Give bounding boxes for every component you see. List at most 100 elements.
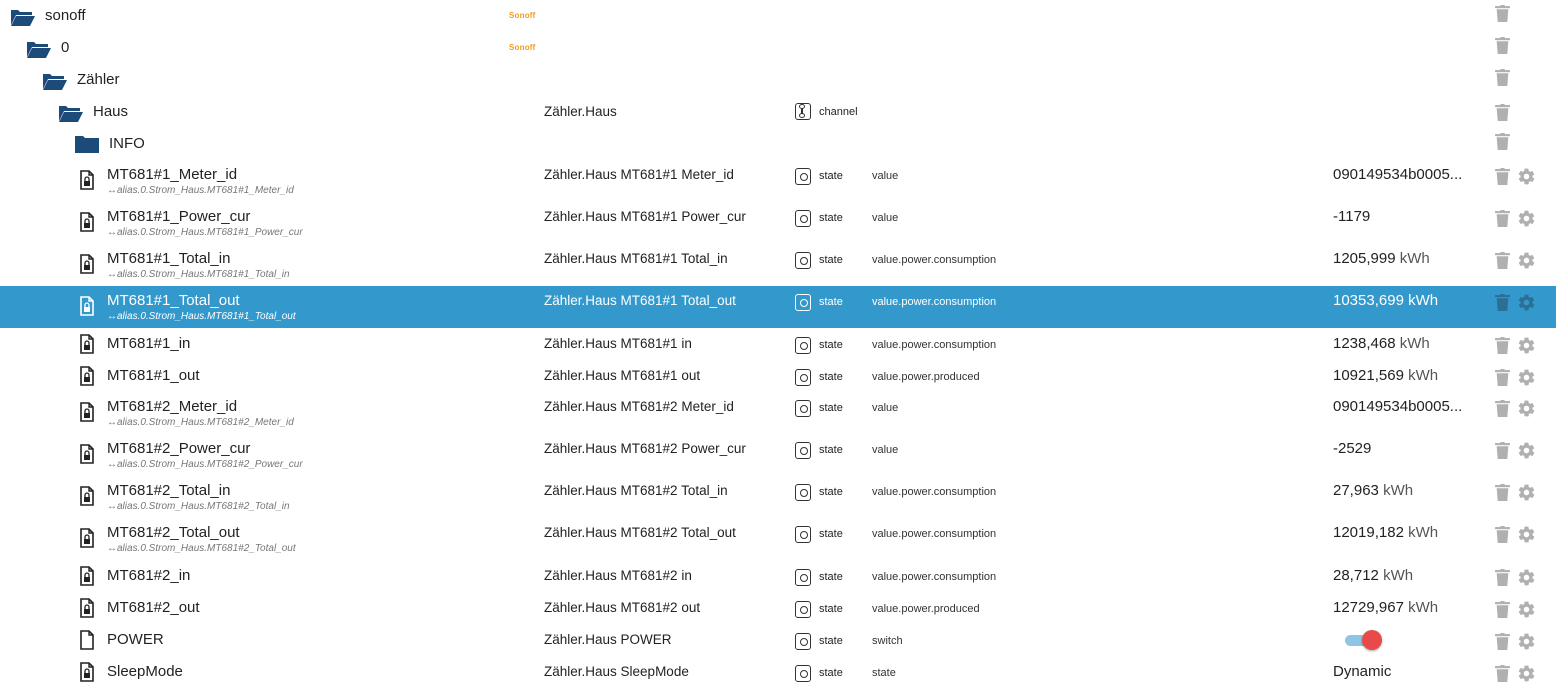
state-row[interactable]: MT681#2_Total_in ↔alias.0.Strom_Haus.MT68…: [0, 476, 1556, 518]
alias-link[interactable]: ↔alias.0.Strom_Haus.MT681#2_Meter_id: [107, 417, 294, 428]
gear-icon[interactable]: [1517, 568, 1536, 587]
folder-label[interactable]: Haus: [93, 103, 128, 120]
folder-row-haus[interactable]: Haus Zähler.Haus channel: [0, 96, 1556, 128]
gear-icon[interactable]: [1517, 483, 1536, 502]
alias-link[interactable]: ↔alias.0.Strom_Haus.MT681#2_Total_out: [107, 543, 296, 554]
gear-icon[interactable]: [1517, 251, 1536, 270]
state-row[interactable]: MT681#1_Meter_id ↔alias.0.Strom_Haus.MT68…: [0, 160, 1556, 202]
state-row[interactable]: MT681#1_out Zähler.Haus MT681#1 out state v…: [0, 360, 1556, 392]
trash-icon[interactable]: [1495, 601, 1510, 618]
trash-icon[interactable]: [1495, 210, 1510, 227]
state-value[interactable]: 10353,699 kWh: [1333, 292, 1438, 309]
alias-link[interactable]: ↔alias.0.Strom_Haus.MT681#1_Total_in: [107, 269, 290, 280]
folder-closed-icon[interactable]: [75, 135, 99, 153]
state-label[interactable]: MT681#2_Power_cur: [107, 440, 250, 457]
state-value[interactable]: Dynamic: [1333, 663, 1391, 680]
trash-icon[interactable]: [1495, 569, 1510, 586]
state-value[interactable]: 1205,999 kWh: [1333, 250, 1430, 267]
state-row[interactable]: MT681#1_Power_cur ↔alias.0.Strom_Haus.MT6…: [0, 202, 1556, 244]
trash-icon[interactable]: [1495, 37, 1510, 54]
trash-icon[interactable]: [1495, 69, 1510, 86]
state-value[interactable]: 10921,569 kWh: [1333, 367, 1438, 384]
folder-row-info[interactable]: INFO: [0, 128, 1556, 160]
state-label[interactable]: MT681#2_Total_in: [107, 482, 230, 499]
folder-open-icon[interactable]: [10, 7, 36, 27]
state-label[interactable]: MT681#2_out: [107, 599, 200, 616]
trash-icon[interactable]: [1495, 337, 1510, 354]
folder-label[interactable]: INFO: [109, 135, 145, 152]
gear-icon[interactable]: [1517, 525, 1536, 544]
state-label[interactable]: MT681#1_Total_out: [107, 292, 240, 309]
folder-open-icon[interactable]: [58, 103, 84, 123]
state-label[interactable]: SleepMode: [107, 663, 183, 680]
gear-icon[interactable]: [1517, 600, 1536, 619]
trash-icon[interactable]: [1495, 104, 1510, 121]
gear-icon[interactable]: [1517, 441, 1536, 460]
state-value[interactable]: 090149534b0005...: [1333, 398, 1462, 415]
state-label[interactable]: MT681#1_out: [107, 367, 200, 384]
gear-icon[interactable]: [1517, 209, 1536, 228]
state-row[interactable]: MT681#2_in Zähler.Haus MT681#2 in state val…: [0, 560, 1556, 592]
folder-row-zaehler[interactable]: Zähler: [0, 64, 1556, 96]
trash-icon[interactable]: [1495, 294, 1510, 311]
alias-link[interactable]: ↔alias.0.Strom_Haus.MT681#1_Total_out: [107, 311, 296, 322]
folder-label[interactable]: sonoff: [45, 7, 86, 24]
trash-icon[interactable]: [1495, 133, 1510, 150]
power-toggle[interactable]: [1345, 629, 1385, 651]
state-row[interactable]: MT681#2_out Zähler.Haus MT681#2 out state v…: [0, 592, 1556, 624]
folder-row-0[interactable]: 0 Sonoff: [0, 32, 1556, 64]
trash-icon[interactable]: [1495, 168, 1510, 185]
folder-open-icon[interactable]: [26, 39, 52, 59]
gear-icon[interactable]: [1517, 632, 1536, 651]
gear-icon[interactable]: [1517, 664, 1536, 683]
trash-icon[interactable]: [1495, 665, 1510, 682]
gear-icon[interactable]: [1517, 167, 1536, 186]
folder-open-icon[interactable]: [42, 71, 68, 91]
state-value[interactable]: 090149534b0005...: [1333, 166, 1462, 183]
state-label[interactable]: MT681#2_Total_out: [107, 524, 240, 541]
state-label[interactable]: MT681#1_in: [107, 335, 190, 352]
trash-icon[interactable]: [1495, 442, 1510, 459]
state-type-icon: [795, 210, 811, 227]
alias-link[interactable]: ↔alias.0.Strom_Haus.MT681#2_Total_in: [107, 501, 290, 512]
state-row[interactable]: MT681#1_in Zähler.Haus MT681#1 in state val…: [0, 328, 1556, 360]
gear-icon[interactable]: [1517, 399, 1536, 418]
state-label[interactable]: MT681#1_Power_cur: [107, 208, 250, 225]
trash-icon[interactable]: [1495, 484, 1510, 501]
gear-icon[interactable]: [1517, 336, 1536, 355]
state-value[interactable]: 12019,182 kWh: [1333, 524, 1438, 541]
state-label[interactable]: MT681#2_Meter_id: [107, 398, 237, 415]
trash-icon[interactable]: [1495, 633, 1510, 650]
folder-row-sonoff[interactable]: sonoff Sonoff: [0, 0, 1556, 32]
trash-icon[interactable]: [1495, 369, 1510, 386]
folder-label[interactable]: 0: [61, 39, 69, 56]
value-text: 090149534b0005...: [1333, 166, 1463, 183]
gear-icon[interactable]: [1517, 368, 1536, 387]
state-row[interactable]: MT681#1_Total_in ↔alias.0.Strom_Haus.MT68…: [0, 244, 1556, 286]
trash-icon[interactable]: [1495, 5, 1510, 22]
state-value[interactable]: 12729,967 kWh: [1333, 599, 1438, 616]
state-label[interactable]: MT681#2_in: [107, 567, 190, 584]
state-value[interactable]: -1179: [1333, 208, 1370, 225]
state-row[interactable]: MT681#2_Total_out ↔alias.0.Strom_Haus.MT6…: [0, 518, 1556, 560]
state-row[interactable]: POWER Zähler.Haus POWER state switch: [0, 624, 1556, 656]
alias-link[interactable]: ↔alias.0.Strom_Haus.MT681#1_Power_cur: [107, 227, 303, 238]
state-label[interactable]: MT681#1_Meter_id: [107, 166, 237, 183]
gear-icon[interactable]: [1517, 293, 1536, 312]
folder-label[interactable]: Zähler: [77, 71, 120, 88]
alias-link[interactable]: ↔alias.0.Strom_Haus.MT681#2_Power_cur: [107, 459, 303, 470]
state-row[interactable]: MT681#1_Total_out ↔alias.0.Strom_Haus.MT6…: [0, 286, 1556, 328]
state-value[interactable]: 27,963 kWh: [1333, 482, 1413, 499]
trash-icon[interactable]: [1495, 526, 1510, 543]
state-value[interactable]: 1238,468 kWh: [1333, 335, 1430, 352]
trash-icon[interactable]: [1495, 400, 1510, 417]
state-label[interactable]: MT681#1_Total_in: [107, 250, 230, 267]
trash-icon[interactable]: [1495, 252, 1510, 269]
state-label[interactable]: POWER: [107, 631, 164, 648]
alias-link[interactable]: ↔alias.0.Strom_Haus.MT681#1_Meter_id: [107, 185, 294, 196]
state-value[interactable]: 28,712 kWh: [1333, 567, 1413, 584]
state-value[interactable]: -2529: [1333, 440, 1371, 457]
state-row[interactable]: SleepMode Zähler.Haus SleepMode state state…: [0, 656, 1556, 688]
state-row[interactable]: MT681#2_Meter_id ↔alias.0.Strom_Haus.MT68…: [0, 392, 1556, 434]
state-row[interactable]: MT681#2_Power_cur ↔alias.0.Strom_Haus.MT6…: [0, 434, 1556, 476]
